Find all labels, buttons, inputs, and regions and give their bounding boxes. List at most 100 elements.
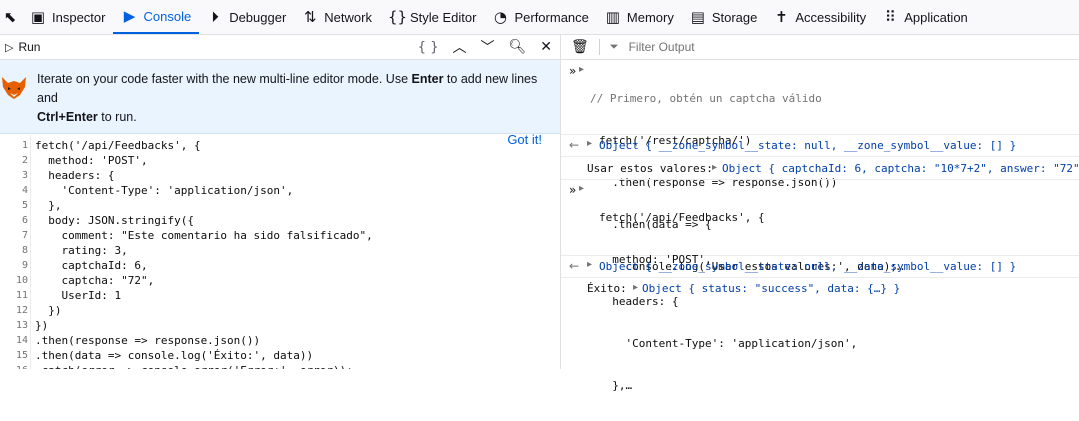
tab-inspector[interactable]: ▣ Inspector <box>22 0 113 34</box>
network-icon: ⇅ <box>304 8 317 26</box>
memory-icon: ▥ <box>605 8 620 26</box>
trash-icon[interactable]: 🗑︎ <box>571 39 589 55</box>
tab-storage[interactable]: ▤ Storage <box>682 0 766 34</box>
filter-output-input[interactable]: Filter Output <box>629 40 695 54</box>
reverse-search-icon[interactable]: 🔍︎ <box>508 39 526 55</box>
result-arrow-icon: ← <box>569 138 580 152</box>
editor-onboarding-notification: Iterate on your code faster with the new… <box>0 60 560 147</box>
tab-label: Style Editor <box>409 9 477 25</box>
msg-key-ctrl-enter: Ctrl+Enter <box>37 110 98 124</box>
storage-icon: ▤ <box>690 8 705 26</box>
code-line-text: captcha: "72", <box>35 274 155 287</box>
expand-triangle-icon[interactable]: ▸ <box>587 259 592 270</box>
command-chevron-icon: » <box>569 183 577 197</box>
result-object[interactable]: Object { __zone_symbol__state: null, __z… <box>599 139 1016 152</box>
tab-label: Memory <box>626 9 674 25</box>
code-editor[interactable]: 1 fetch('/api/Feedbacks', { 2 method: 'POS… <box>0 135 560 369</box>
run-label: Run <box>18 40 41 54</box>
code-line-text: rating: 3, <box>35 244 128 257</box>
tab-memory[interactable]: ▥ Memory <box>597 0 682 34</box>
divider <box>598 39 600 55</box>
log-object[interactable]: Object { captchaId: 6, captcha: "10*7+2"… <box>722 162 1079 175</box>
console-icon: ▶ <box>123 7 136 25</box>
expand-triangle-icon[interactable]: ▸ <box>579 64 584 75</box>
line-number: 8 <box>21 245 28 256</box>
log-label: Éxito: <box>587 282 627 295</box>
result-object[interactable]: Object { __zone_symbol__state: null, __z… <box>599 260 1016 273</box>
debugger-icon: ⏵ <box>211 8 219 26</box>
code-line-text: .then(response => response.json()) <box>35 334 261 347</box>
msg-part: to run. <box>97 110 137 124</box>
tab-console[interactable]: ▶ Console <box>113 0 200 34</box>
pretty-print-icon[interactable]: { } <box>418 40 439 55</box>
tab-label: Inspector <box>52 9 106 25</box>
line-number: 2 <box>21 155 28 166</box>
code-line-text: .catch(error => console.error('Error:', … <box>35 363 353 369</box>
tab-label: Debugger <box>229 9 287 25</box>
tab-label: Network <box>324 9 372 25</box>
log-object[interactable]: Object { status: "success", data: {…} } <box>642 282 900 295</box>
tab-accessibility[interactable]: ✝ Accessibility <box>765 0 874 34</box>
picker-icon: ⬉ <box>3 8 17 26</box>
line-number: 1 <box>21 140 28 151</box>
command-line: // Primero, obtén un captcha válido <box>590 92 822 105</box>
tab-label: Accessibility <box>795 9 867 25</box>
result-arrow-icon: ← <box>569 259 580 273</box>
style-editor-icon: {} <box>387 8 408 26</box>
console-command-entry: » ▸ fetch('/api/Feedbacks', { method: 'P… <box>561 180 1079 392</box>
expand-triangle-icon[interactable]: ▸ <box>587 138 592 149</box>
gutter-divider <box>30 135 31 369</box>
line-number: 15 <box>15 350 28 361</box>
code-line-text: }, <box>35 199 62 212</box>
tab-label: Storage <box>711 9 758 25</box>
tab-debugger[interactable]: ⏵ Debugger <box>199 0 294 34</box>
expand-triangle-icon[interactable]: ▸ <box>633 282 638 293</box>
console-command-entry: » ▸ // Primero, obtén un captcha válido … <box>561 61 1079 273</box>
tab-network[interactable]: ⇅ Network <box>294 0 380 34</box>
code-line-text: fetch('/api/Feedbacks', { <box>35 139 201 152</box>
filter-icon: ⏷ <box>609 40 619 53</box>
notification-message: Iterate on your code faster with the new… <box>37 70 552 127</box>
line-number: 16 <box>0 363 28 369</box>
line-number: 11 <box>15 290 28 301</box>
command-line: },… <box>599 379 633 392</box>
editor-toolbar: ▷ Run { } ︿ ﹀ 🔍︎ ✕ <box>0 35 560 60</box>
code-line-text: method: 'POST', <box>35 154 148 167</box>
firefox-fox-icon <box>2 77 26 99</box>
code-line-text: captchaId: 6, <box>35 259 148 272</box>
devtools-toolbar: ⬉ ▣ Inspector ▶ Console ⏵ Debugger ⇅ Net… <box>0 0 1079 35</box>
line-number: 12 <box>15 305 28 316</box>
element-picker-button[interactable]: ⬉ <box>0 0 22 34</box>
console-log-entry: Éxito: ▸ Object { status: "success", dat… <box>561 278 1079 300</box>
close-editor-icon[interactable]: ✕ <box>540 39 552 55</box>
line-number: 3 <box>21 170 28 181</box>
history-prev-icon[interactable]: ︿ <box>452 37 466 57</box>
line-number: 14 <box>15 335 28 346</box>
tab-application[interactable]: ⠿ Application <box>874 0 976 34</box>
code-line-text: 'Content-Type': 'application/json', <box>35 184 294 197</box>
line-number: 6 <box>21 215 28 226</box>
code-line-text: headers: { <box>35 169 115 182</box>
msg-key-enter: Enter <box>411 72 444 86</box>
expand-triangle-icon[interactable]: ▸ <box>712 162 717 173</box>
expand-triangle-icon[interactable]: ▸ <box>579 183 584 194</box>
performance-icon: ◔ <box>493 8 508 26</box>
run-button[interactable]: ▷ Run <box>0 40 40 54</box>
application-icon: ⠿ <box>884 8 896 26</box>
msg-part: Iterate on your code faster with the new… <box>37 72 412 86</box>
history-next-icon[interactable]: ﹀ <box>480 37 494 57</box>
command-line: fetch('/api/Feedbacks', { <box>599 211 765 224</box>
line-number: 9 <box>21 260 28 271</box>
code-line-text: .then(data => console.log('Éxito:', data… <box>35 349 314 362</box>
code-line-text: }) <box>35 304 62 317</box>
line-number: 5 <box>21 200 28 211</box>
tab-label: Performance <box>514 9 589 25</box>
log-label: Usar estos valores: <box>587 162 713 175</box>
inspector-icon: ▣ <box>30 8 46 26</box>
command-chevron-icon: » <box>569 64 577 78</box>
console-log-entry: Usar estos valores: ▸ Object { captchaId… <box>561 157 1079 180</box>
console-filter-bar: 🗑︎ ⏷ Filter Output <box>561 35 1079 60</box>
console-result-entry: ← ▸ Object { __zone_symbol__state: null,… <box>561 256 1079 278</box>
tab-performance[interactable]: ◔ Performance <box>484 0 596 34</box>
tab-style-editor[interactable]: {} Style Editor <box>380 0 484 34</box>
